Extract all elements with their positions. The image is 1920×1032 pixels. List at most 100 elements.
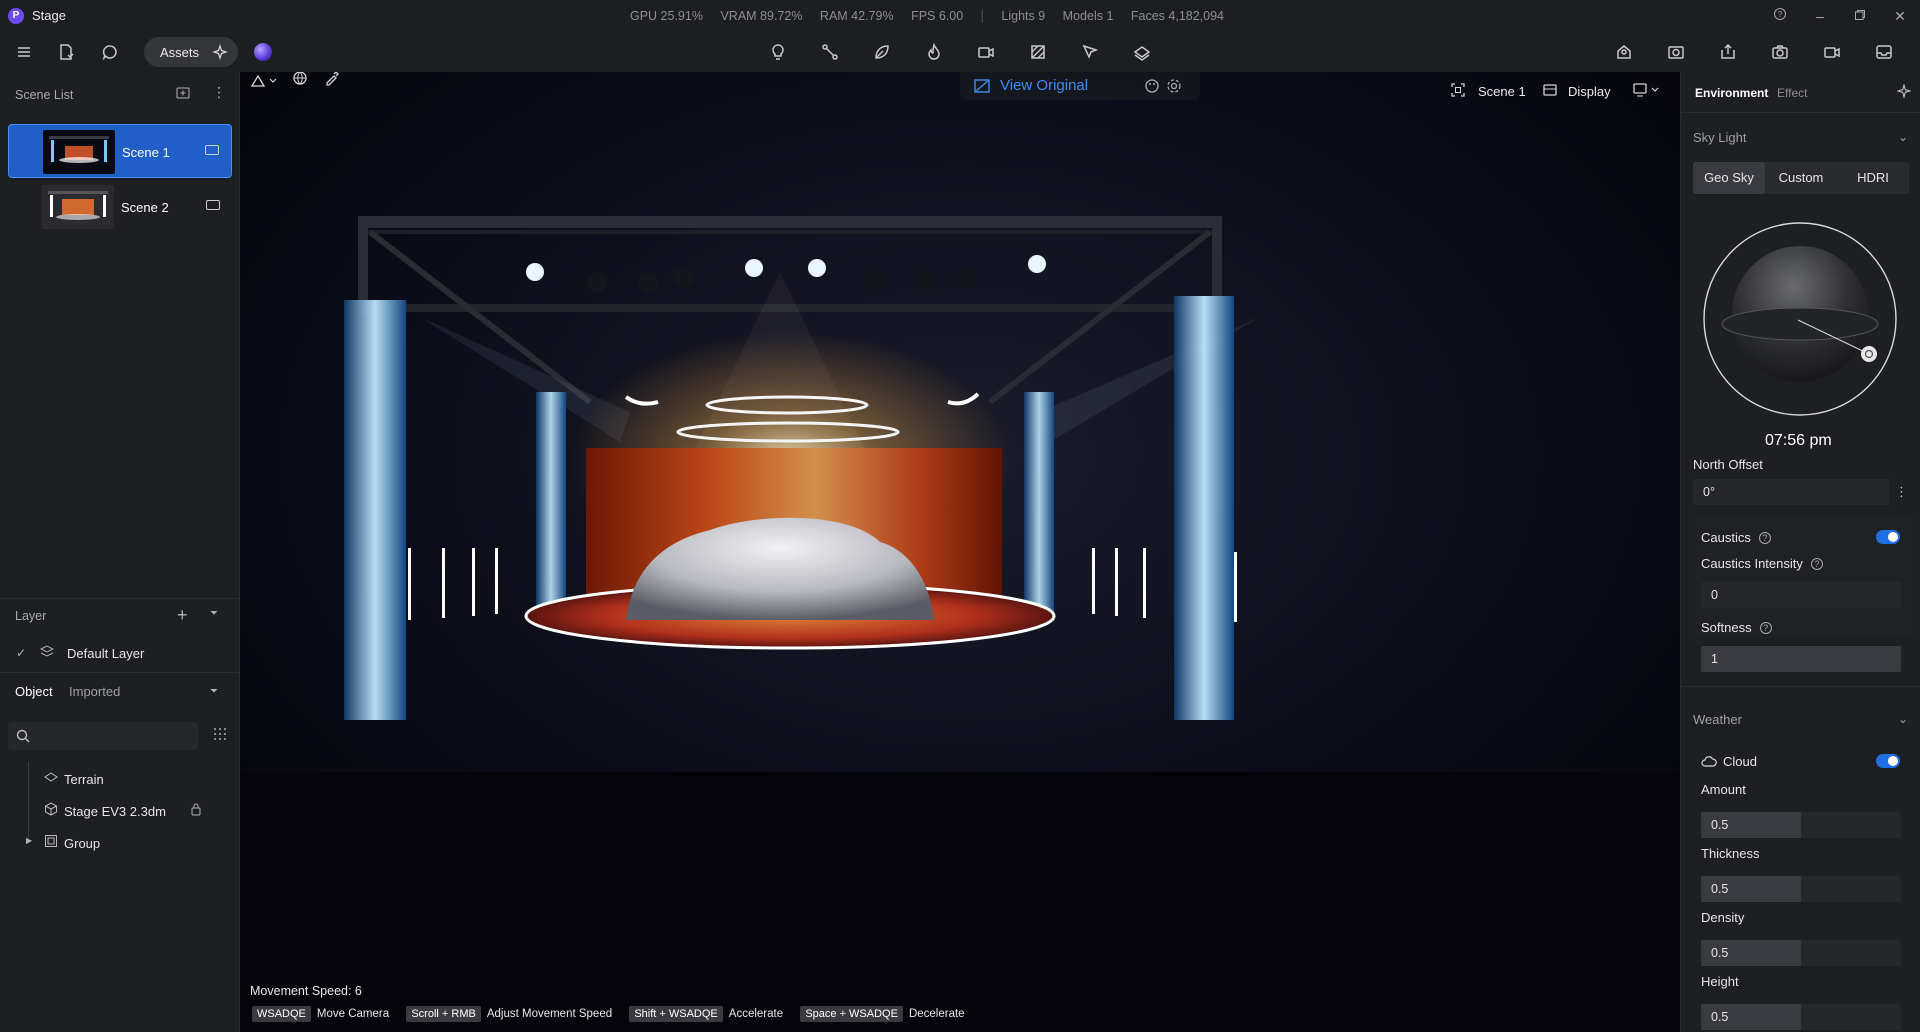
height-slider[interactable]: 0.5: [1701, 1004, 1901, 1030]
leaf-icon[interactable]: [870, 40, 894, 64]
cube-icon: [44, 802, 64, 819]
terrain-tool-icon[interactable]: [1130, 40, 1154, 64]
menu-icon[interactable]: [12, 40, 36, 64]
video-effect-icon[interactable]: [974, 40, 998, 64]
more-options-icon[interactable]: ⋮: [1895, 484, 1908, 500]
divider: [1681, 686, 1920, 687]
add-layer-icon[interactable]: +: [177, 605, 188, 626]
tab-hdri[interactable]: HDRI: [1837, 162, 1909, 194]
minimize-icon[interactable]: –: [1806, 4, 1834, 28]
display-icon[interactable]: [1542, 82, 1558, 101]
object-item-terrain[interactable]: Terrain: [44, 770, 104, 794]
fire-icon[interactable]: [922, 40, 946, 64]
video-record-icon[interactable]: [1820, 40, 1844, 64]
light-bulb-icon[interactable]: [766, 40, 790, 64]
palette-icon[interactable]: [1144, 78, 1160, 94]
tab-environment[interactable]: Environment: [1695, 86, 1768, 100]
hint-action: Adjust Movement Speed: [486, 1008, 613, 1020]
lock-icon[interactable]: [190, 802, 202, 819]
globe-icon[interactable]: [292, 72, 308, 89]
object-item-stage[interactable]: Stage EV3 2.3dm: [44, 802, 166, 826]
hint-key: Shift + WSADQE: [629, 1006, 723, 1022]
thickness-slider[interactable]: 0.5: [1701, 876, 1901, 902]
chevron-down-icon[interactable]: ⌄: [1898, 712, 1908, 726]
eyedropper-icon[interactable]: [324, 72, 340, 89]
softness-text: Softness: [1701, 620, 1752, 635]
help-icon[interactable]: ?: [1810, 558, 1823, 570]
default-layer-label[interactable]: Default Layer: [67, 646, 144, 661]
sparkle-settings-icon[interactable]: [1895, 82, 1913, 101]
compare-icon: [974, 79, 990, 93]
scene-thumbnail: [43, 130, 115, 174]
filter-icon[interactable]: ⏷: [210, 608, 218, 619]
scene-camera-icon[interactable]: [205, 145, 219, 155]
object-name: Group: [64, 836, 101, 851]
focus-frame-icon[interactable]: [1450, 82, 1466, 101]
user-location-icon[interactable]: [1612, 40, 1636, 64]
tab-geo-sky[interactable]: Geo Sky: [1693, 162, 1765, 194]
chevron-down-icon[interactable]: ⌄: [1898, 130, 1908, 144]
restore-icon[interactable]: [1846, 4, 1874, 28]
help-icon[interactable]: ?: [1766, 4, 1794, 28]
ai-orb-icon[interactable]: [254, 43, 272, 61]
softness-label: Softness?: [1701, 620, 1772, 635]
more-options-icon[interactable]: ⋮: [212, 84, 226, 101]
file-icon[interactable]: [54, 40, 78, 64]
performance-stats: GPU 25.91% VRAM 89.72% RAM 42.79% FPS 6.…: [630, 9, 1238, 23]
hint-key: Scroll + RMB: [406, 1006, 481, 1022]
camera-icon[interactable]: [1768, 40, 1792, 64]
chat-icon[interactable]: [98, 40, 122, 64]
cloud-icon: [1701, 756, 1717, 767]
amount-slider[interactable]: 0.5: [1701, 812, 1901, 838]
svg-text:?: ?: [1778, 10, 1783, 19]
transform-tool-icon[interactable]: [250, 72, 278, 93]
sun-position-dial[interactable]: [1701, 218, 1901, 418]
render-icon[interactable]: [1664, 40, 1688, 64]
tab-effect[interactable]: Effect: [1777, 86, 1807, 100]
material-icon[interactable]: [1026, 40, 1050, 64]
filter-icon[interactable]: ⏷: [210, 686, 218, 697]
display-button[interactable]: Display: [1568, 84, 1611, 99]
help-icon[interactable]: ?: [1758, 532, 1771, 544]
caustics-intensity-input[interactable]: 0: [1701, 582, 1901, 608]
time-of-day: 07:56 pm: [1765, 432, 1832, 449]
density-slider[interactable]: 0.5: [1701, 940, 1901, 966]
north-offset-label: North Offset: [1693, 457, 1763, 472]
object-item-group[interactable]: Group: [44, 834, 100, 858]
camera-view-icon[interactable]: [1632, 80, 1662, 101]
scene-item-1[interactable]: Scene 1: [8, 124, 232, 178]
view-original-button[interactable]: View Original: [1000, 77, 1088, 94]
3d-viewport[interactable]: View Original Scene 1 Display Movement S…: [240, 72, 1680, 1032]
left-panel: Scene List ⋮ Scene 1 Scene 2 Layer + ⏷ ✓…: [0, 72, 240, 1032]
caustics-label-text: Caustics: [1701, 530, 1751, 545]
scene-item-2[interactable]: Scene 2: [8, 180, 232, 234]
close-icon[interactable]: ✕: [1886, 4, 1914, 28]
add-scene-icon[interactable]: [176, 86, 190, 103]
tab-imported[interactable]: Imported: [69, 684, 120, 699]
scene-camera-icon[interactable]: [206, 200, 220, 210]
object-search-input[interactable]: [8, 722, 198, 750]
north-offset-input[interactable]: 0°: [1693, 479, 1889, 505]
help-icon[interactable]: ?: [1759, 622, 1772, 634]
inbox-icon[interactable]: [1872, 40, 1896, 64]
cloud-toggle[interactable]: [1876, 754, 1900, 768]
measure-tool-icon[interactable]: [818, 40, 842, 64]
stats-separator: |: [980, 9, 984, 23]
export-icon[interactable]: [1716, 40, 1740, 64]
expand-arrow-icon[interactable]: ▶: [26, 836, 32, 845]
sky-light-title: Sky Light: [1693, 130, 1747, 145]
fps-stat: FPS 6.00: [911, 9, 964, 23]
pen-tool-icon[interactable]: [1078, 40, 1102, 64]
softness-input[interactable]: 1: [1701, 646, 1901, 672]
tab-custom[interactable]: Custom: [1765, 162, 1837, 194]
grid-view-icon[interactable]: [213, 727, 227, 744]
current-scene-label[interactable]: Scene 1: [1478, 84, 1526, 99]
app-title: Stage: [32, 8, 66, 23]
assets-button[interactable]: Assets: [144, 37, 238, 67]
caustics-toggle[interactable]: [1876, 530, 1900, 544]
tab-object[interactable]: Object: [15, 684, 53, 699]
settings-gear-icon[interactable]: [1166, 78, 1182, 94]
hint-action: Accelerate: [728, 1008, 784, 1020]
assets-label: Assets: [160, 45, 200, 60]
caustics-intensity-label: Caustics Intensity?: [1701, 556, 1823, 571]
